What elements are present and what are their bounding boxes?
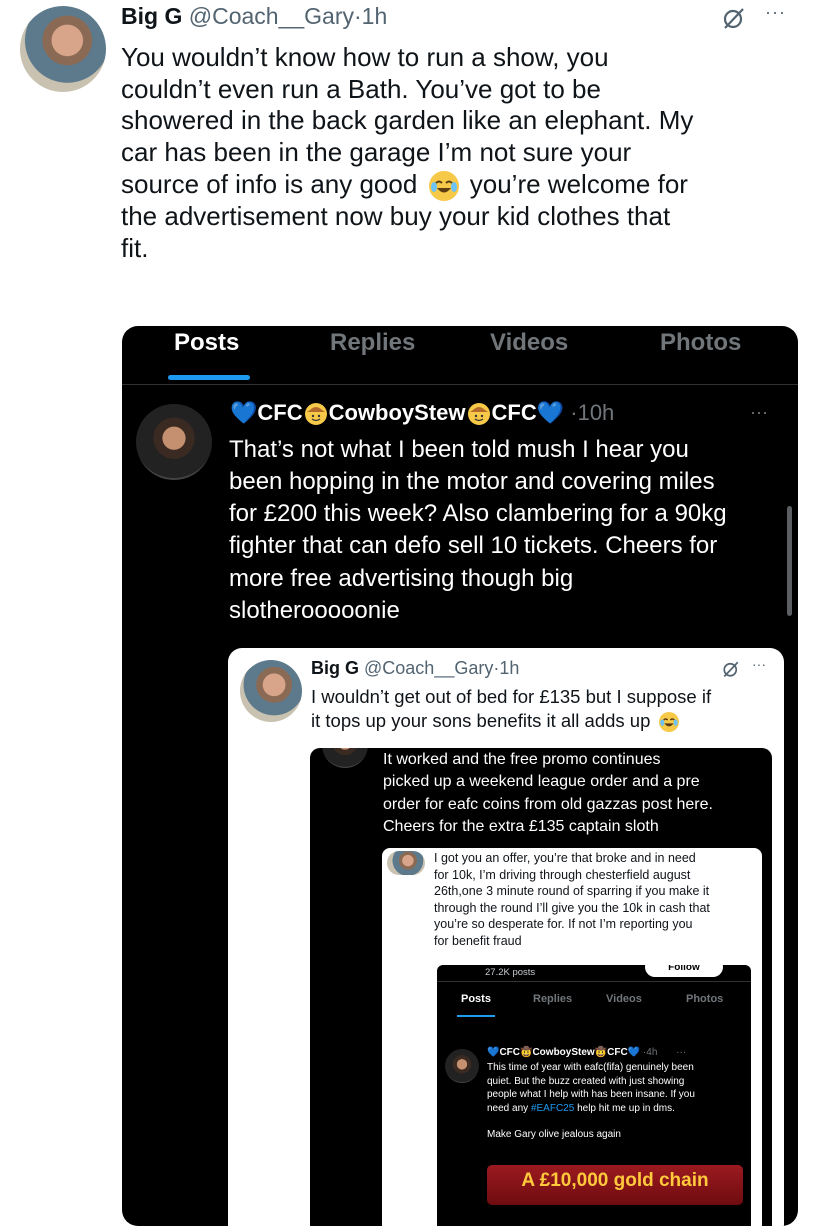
divider [122,384,798,385]
avatar[interactable] [240,660,302,722]
promo-banner: A £10,000 gold chain [487,1165,743,1205]
user-handle[interactable]: @Coach__Gary [364,658,493,678]
active-tab-indicator [168,375,250,380]
follow-button[interactable]: Follow [645,965,723,977]
cowboy-face-emoji [467,403,490,426]
tweet-text: It worked and the free promo continues p… [383,751,713,836]
divider [437,981,751,982]
nested-card[interactable]: I got you an offer, you’re that broke an… [382,848,762,1226]
timestamp[interactable]: 1h [499,658,519,678]
banner-text: A £10,000 gold chain [521,1170,709,1191]
avatar[interactable] [136,404,212,480]
attached-screenshot[interactable]: Posts Replies Videos Photos 💙CFC CowboySt… [122,326,798,1226]
display-name-part[interactable]: CFC💙 [492,400,565,425]
avatar [387,851,425,875]
inner-screenshot[interactable]: It worked and the free promo continues p… [310,748,772,1226]
more-icon[interactable]: ··· [750,402,768,423]
avatar [445,1049,479,1083]
scrollbar[interactable] [787,506,792,616]
timestamp[interactable]: 1h [362,3,388,29]
tweet-text: I got you an offer, you’re that broke an… [434,851,710,948]
tweet-text: That’s not what I been told mush I hear … [229,436,727,624]
profile-screenshot[interactable]: 27.2K posts Follow Posts Replies Videos … [437,965,751,1226]
separator-dot: · [570,400,578,425]
tab-posts[interactable]: Posts [174,329,239,357]
tab-videos[interactable]: Videos [606,993,642,1005]
avatar [322,748,368,768]
tweet-header: 💙CFC🤠CowboyStew🤠CFC💙 ·4h ··· [487,1047,686,1058]
avatar[interactable] [20,6,106,92]
tweet-header: 💙CFC CowboyStew CFC💙 ·10h [230,400,614,426]
tab-replies[interactable]: Replies [330,329,415,357]
user-handle[interactable]: @Coach__Gary [189,3,354,29]
tab-videos[interactable]: Videos [490,329,568,357]
tab-posts[interactable]: Posts [461,993,491,1005]
timestamp[interactable]: 10h [578,400,615,425]
display-name[interactable]: 💙CFC🤠CowboyStew🤠CFC💙 [487,1047,640,1058]
more-icon[interactable]: ··· [765,2,786,23]
laughing-face-emoji [658,712,679,733]
cowboy-face-emoji [304,403,327,426]
display-name-part[interactable]: 💙CFC [230,400,303,425]
active-tab-indicator [457,1015,495,1017]
tweet-text: You wouldn’t know how to run a show, you… [121,42,694,263]
grok-icon[interactable] [722,660,740,683]
display-name-part[interactable]: CowboyStew [329,400,466,425]
more-icon[interactable]: ··· [676,1047,686,1058]
tab-photos[interactable]: Photos [660,329,741,357]
grok-icon[interactable] [722,6,746,35]
laughing-face-emoji [428,171,459,201]
quote-card[interactable]: Big G @Coach__Gary·1h ··· I wouldn’t get… [228,648,784,1226]
hashtag-link[interactable]: #EAFC25 [531,1103,574,1114]
tweet-text: I wouldn’t get out of bed for £135 but I… [311,686,712,733]
posts-count: 27.2K posts [485,967,536,978]
more-icon[interactable]: ··· [752,656,766,672]
display-name[interactable]: Big G [121,3,182,29]
tweet-header: Big G @Coach__Gary·1h [311,658,519,679]
tweet-text: This time of year with eafc(fifa) genuin… [487,1062,695,1140]
timestamp: 4h [646,1047,658,1058]
display-name[interactable]: Big G [311,658,359,678]
separator-dot: · [354,3,362,29]
tab-replies[interactable]: Replies [533,993,572,1005]
tweet-header: Big G @Coach__Gary·1h [121,3,387,30]
tab-photos[interactable]: Photos [686,993,723,1005]
